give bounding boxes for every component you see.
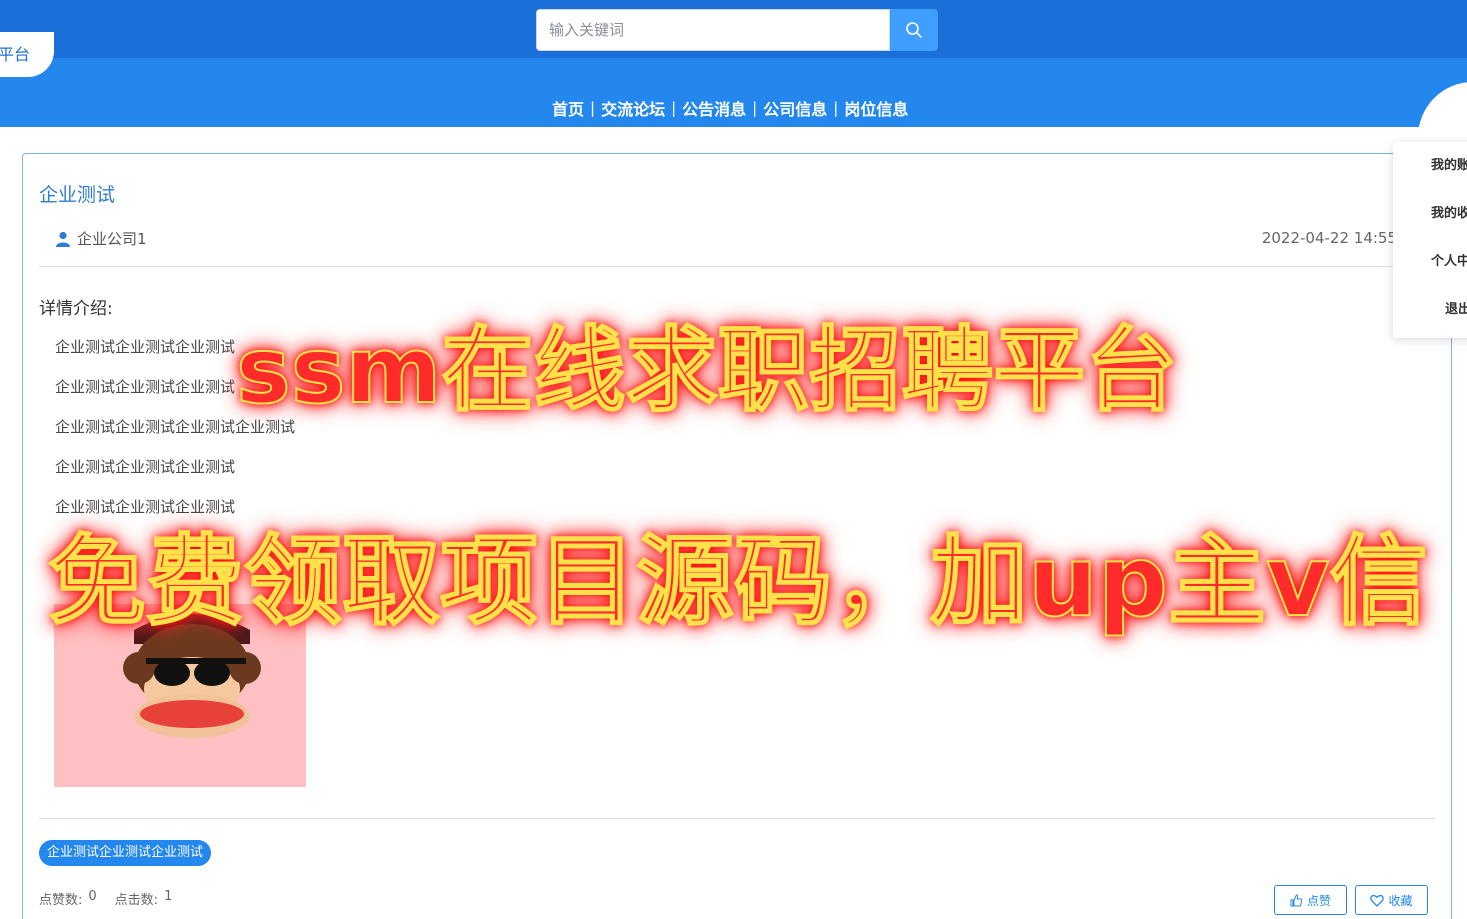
like-button[interactable]: 点赞 [1274,885,1347,915]
logo-text: 平台 [0,45,31,64]
likes-count: 0 [88,889,97,904]
search-icon [906,22,922,38]
post-stats: 点赞数: 0 点击数: 1 [39,889,172,908]
detail-paragraph: 企业测试企业测试企业测试 [55,458,236,476]
nav-separator: | [671,99,677,117]
clicks-count: 1 [164,889,173,904]
author-row: 企业公司1 [55,228,147,249]
search-input[interactable] [536,9,890,51]
nav-separator: | [590,99,596,117]
nav-separator: | [752,99,758,117]
user-dropdown-menu: 我的账 我的收 个人中 退出 [1393,142,1467,338]
promo-overlay-title: ssm在线求职招聘平台 [235,316,1178,425]
post-title: 企业测试 [39,184,116,206]
favorite-button[interactable]: 收藏 [1355,885,1428,915]
favorite-button-label: 收藏 [1388,893,1413,908]
heart-icon [1370,894,1385,907]
likes-label: 点赞数: [39,893,83,908]
like-button-label: 点赞 [1306,893,1331,908]
menu-item-my-account[interactable]: 我的账 [1393,158,1467,206]
detail-paragraph: 企业测试企业测试企业测试 [55,378,236,396]
nav-jobs[interactable]: 岗位信息 [840,96,912,120]
menu-item-profile[interactable]: 个人中 [1393,254,1467,302]
clicks-label: 点击数: [114,893,159,908]
menu-item-my-favorites[interactable]: 我的收 [1393,206,1467,254]
detail-paragraph: 企业测试企业测试企业测试 [55,338,236,356]
main-nav: 首页 | 交流论坛 | 公告消息 | 公司信息 | 岗位信息 [548,96,912,120]
divider [39,818,1435,819]
detail-label: 详情介绍: [39,299,113,319]
user-icon [56,231,70,247]
menu-item-logout[interactable]: 退出 [1393,302,1467,350]
thumbs-up-icon [1290,893,1303,906]
nav-forum[interactable]: 交流论坛 [597,96,669,120]
nav-separator: | [833,99,839,117]
nav-notice[interactable]: 公告消息 [678,96,750,120]
nav-home[interactable]: 首页 [548,96,588,120]
search-bar [536,9,938,51]
post-date: 2022-04-22 14:55 [1261,229,1397,247]
author-name: 企业公司1 [77,230,147,248]
divider [39,266,1435,267]
search-button[interactable] [890,9,938,51]
nav-company[interactable]: 公司信息 [759,96,831,120]
post-tag[interactable]: 企业测试企业测试企业测试 [39,840,212,866]
promo-overlay-subtitle: 免费领取项目源码，加up主v信 [47,524,1429,640]
